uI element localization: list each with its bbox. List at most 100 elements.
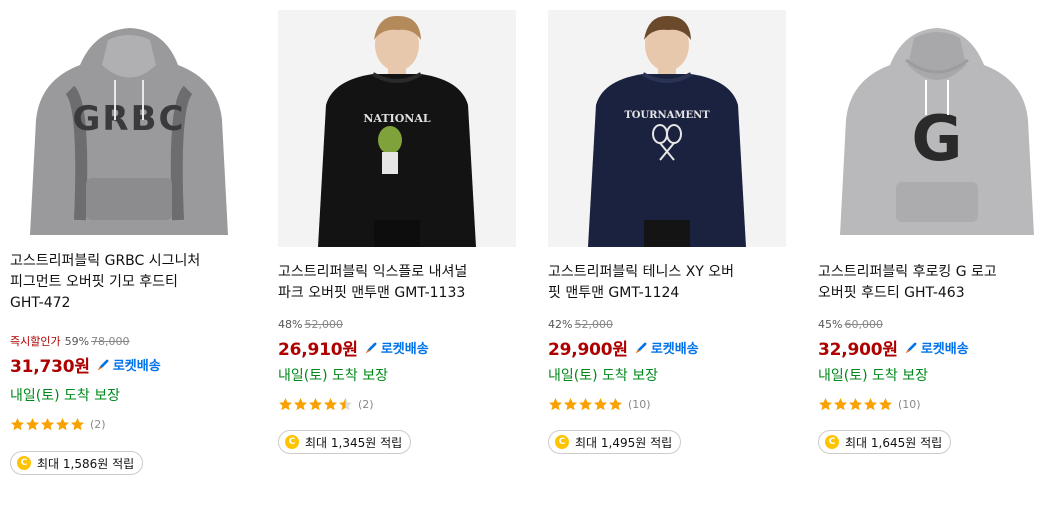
price-row: 26,910원 로켓배송: [278, 336, 514, 360]
star-icon: [849, 397, 862, 410]
star-icon: [71, 417, 84, 430]
star-icon: [834, 397, 847, 410]
star-icon: [279, 397, 292, 410]
star-rating: [818, 397, 893, 412]
title-line: 파크 오버핏 맨투맨 GMT-1133: [278, 285, 466, 301]
product-title[interactable]: 고스트리퍼블릭 후로킹 G 로고 오버핏 후드티 GHT-463: [818, 262, 1047, 304]
star-rating: [278, 397, 353, 412]
original-price: 52,000: [304, 318, 343, 331]
rocket-icon: [905, 342, 917, 353]
star-icon: [864, 397, 877, 410]
original-price: 78,000: [91, 335, 130, 348]
svg-text:G: G: [912, 102, 963, 175]
product-image[interactable]: G: [818, 10, 1047, 247]
price-box: 48% 52,000 26,910원 로켓배송: [278, 318, 514, 360]
rocket-delivery-badge: 로켓배송: [634, 338, 699, 357]
product-image[interactable]: TOURNAMENT: [548, 10, 786, 247]
price-row: 29,900원 로켓배송: [548, 336, 784, 360]
arrival-guarantee: 내일(토) 도착 보장: [548, 368, 658, 384]
product-card[interactable]: G 고스트리퍼블릭 후로킹 G 로고 오버핏 후드티 GHT-463 45% 60…: [818, 0, 1047, 525]
rating: (2): [10, 416, 106, 432]
product-image[interactable]: GRBC: [10, 10, 248, 247]
rocket-delivery-badge: 로켓배송: [364, 338, 429, 357]
title-line: 피그먼트 오버핏 기모 후드티: [10, 274, 178, 290]
rocket-icon: [365, 342, 377, 353]
rocket-label: 로켓배송: [650, 341, 699, 357]
star-rating: [10, 417, 85, 432]
discount-row: 즉시할인가 59% 78,000: [10, 335, 246, 349]
review-count: (2): [358, 397, 374, 411]
rocket-icon: [635, 342, 647, 353]
discount-rate: 59%: [64, 335, 90, 348]
star-icon: [324, 397, 337, 410]
rocket-label: 로켓배송: [920, 341, 969, 357]
star-icon: [549, 397, 562, 410]
reward-text: 최대 1,345원 적립: [305, 435, 403, 450]
product-image[interactable]: NATIONAL: [278, 10, 516, 247]
review-count: (10): [898, 397, 921, 411]
star-icon: [26, 417, 39, 430]
star-icon: [879, 397, 892, 410]
product-card[interactable]: NATIONAL 고스트리퍼블릭 익스플로 내셔널 파크 오버핏 맨투맨 GMT…: [278, 0, 518, 525]
rocket-delivery-badge: 로켓배송: [96, 355, 161, 374]
rocket-delivery-badge: 로켓배송: [904, 338, 969, 357]
svg-text:GRBC: GRBC: [73, 99, 186, 139]
star-icon: [609, 397, 622, 410]
sale-price: 31,730원: [10, 356, 90, 377]
title-line: 핏 맨투맨 GMT-1124: [548, 285, 680, 301]
star-rating: [548, 397, 623, 412]
price-box: 즉시할인가 59% 78,000 31,730원 로켓배송: [10, 335, 246, 377]
price-row: 31,730원 로켓배송: [10, 353, 246, 377]
rating: (10): [548, 396, 651, 412]
svg-text:NATIONAL: NATIONAL: [363, 112, 430, 125]
star-icon: [819, 397, 832, 410]
original-price: 60,000: [844, 318, 883, 331]
star-icon: [339, 397, 352, 410]
star-icon: [11, 417, 24, 430]
product-title[interactable]: 고스트리퍼블릭 테니스 XY 오버 핏 맨투맨 GMT-1124: [548, 262, 784, 304]
coin-icon: C: [555, 435, 569, 449]
coin-icon: C: [17, 456, 31, 470]
discount-row: 42% 52,000: [548, 318, 784, 332]
reward-badge: C 최대 1,586원 적립: [10, 451, 144, 475]
rocket-label: 로켓배송: [112, 358, 161, 374]
discount-row: 48% 52,000: [278, 318, 514, 332]
instant-discount-label: 즉시할인가: [10, 335, 61, 348]
price-row: 32,900원 로켓배송: [818, 336, 1047, 360]
title-line: 고스트리퍼블릭 익스플로 내셔널: [278, 264, 468, 280]
rocket-icon: [97, 359, 109, 370]
price-box: 45% 60,000 32,900원 로켓배송: [818, 318, 1047, 360]
rating: (10): [818, 396, 921, 412]
arrival-guarantee: 내일(토) 도착 보장: [818, 368, 928, 384]
star-icon: [594, 397, 607, 410]
sale-price: 26,910원: [278, 339, 358, 360]
reward-badge: C 최대 1,495원 적립: [548, 430, 682, 454]
coin-icon: C: [825, 435, 839, 449]
product-title[interactable]: 고스트리퍼블릭 GRBC 시그니처 피그먼트 오버핏 기모 후드티 GHT-47…: [10, 251, 246, 314]
discount-rate: 48%: [278, 318, 303, 331]
star-icon: [579, 397, 592, 410]
title-line: 오버핏 후드티 GHT-463: [818, 285, 965, 301]
review-count: (2): [90, 417, 106, 431]
product-title[interactable]: 고스트리퍼블릭 익스플로 내셔널 파크 오버핏 맨투맨 GMT-1133: [278, 262, 514, 304]
star-icon: [56, 417, 69, 430]
reward-text: 최대 1,586원 적립: [37, 456, 135, 471]
sale-price: 29,900원: [548, 339, 628, 360]
price-box: 42% 52,000 29,900원 로켓배송: [548, 318, 784, 360]
coin-icon: C: [285, 435, 299, 449]
original-price: 52,000: [574, 318, 613, 331]
arrival-guarantee: 내일(토) 도착 보장: [10, 388, 120, 404]
review-count: (10): [628, 397, 651, 411]
rocket-label: 로켓배송: [380, 341, 429, 357]
title-line: 고스트리퍼블릭 후로킹 G 로고: [818, 264, 997, 280]
star-icon: [564, 397, 577, 410]
discount-rate: 45%: [818, 318, 843, 331]
reward-text: 최대 1,495원 적립: [575, 435, 673, 450]
product-card[interactable]: GRBC 고스트리퍼블릭 GRBC 시그니처 피그먼트 오버핏 기모 후드티 G…: [10, 0, 250, 525]
star-icon: [309, 397, 322, 410]
sale-price: 32,900원: [818, 339, 898, 360]
discount-row: 45% 60,000: [818, 318, 1047, 332]
product-card[interactable]: TOURNAMENT 고스트리퍼블릭 테니스 XY 오버 핏 맨투맨 GMT-1…: [548, 0, 788, 525]
svg-text:TOURNAMENT: TOURNAMENT: [624, 110, 710, 121]
title-line: GHT-472: [10, 295, 71, 311]
